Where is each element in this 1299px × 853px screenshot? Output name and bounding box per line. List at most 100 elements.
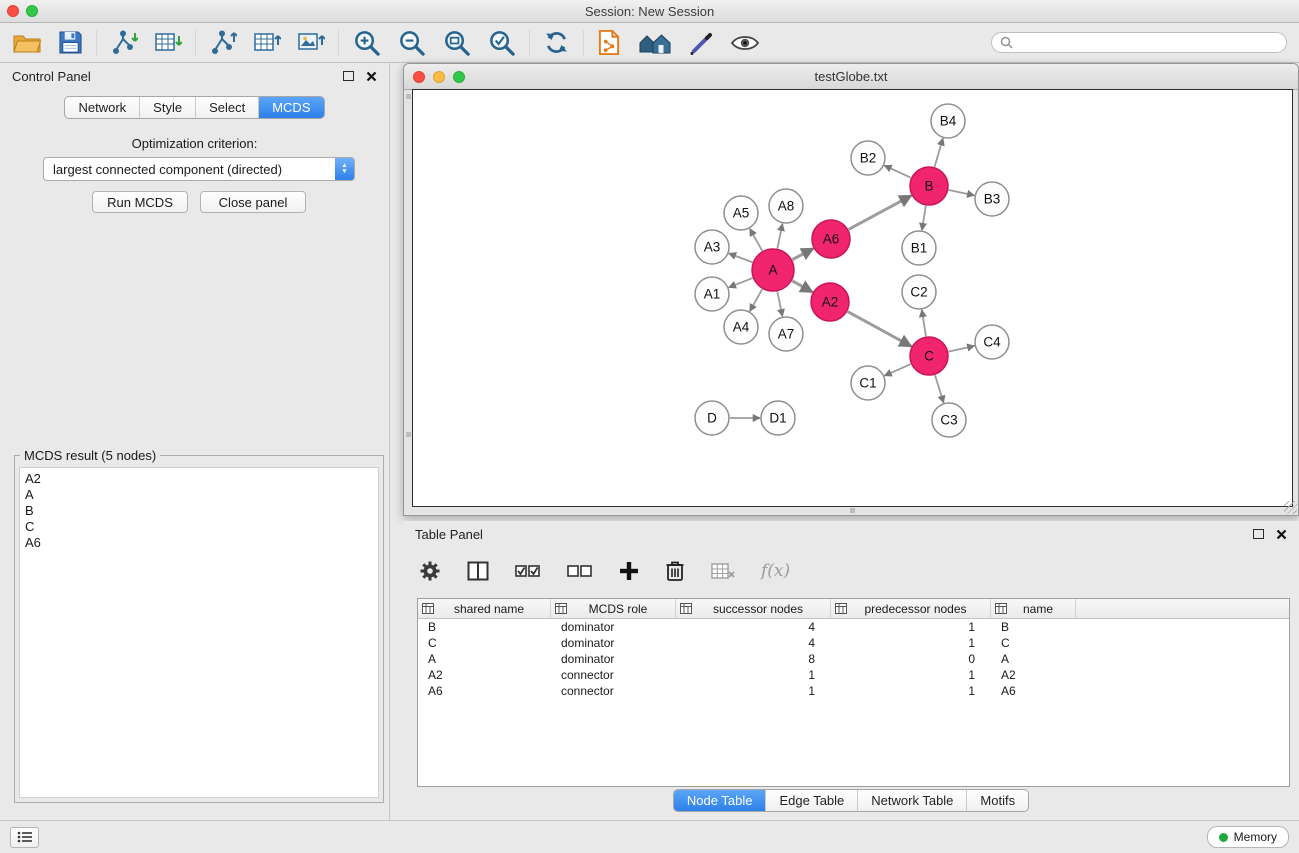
table-row[interactable]: A6connector11A6 — [418, 683, 1289, 699]
mcds-result-item[interactable]: C — [25, 519, 373, 535]
node-A7[interactable] — [769, 317, 803, 351]
node-B1[interactable] — [902, 231, 936, 265]
node-A4[interactable] — [724, 310, 758, 344]
apply-style-button[interactable] — [688, 30, 714, 56]
export-image-button[interactable] — [297, 30, 325, 56]
table-row[interactable]: A2connector11A2 — [418, 667, 1289, 683]
table-tab-edge-table[interactable]: Edge Table — [765, 790, 857, 811]
manage-columns-button[interactable] — [467, 561, 489, 581]
node-D[interactable] — [695, 401, 729, 435]
float-panel-icon[interactable] — [343, 71, 354, 81]
tab-style[interactable]: Style — [139, 97, 195, 118]
table-row[interactable]: Cdominator41C — [418, 635, 1289, 651]
close-panel-icon[interactable] — [366, 71, 377, 82]
edge-C-C3[interactable] — [935, 375, 944, 403]
delete-row-button[interactable] — [665, 560, 685, 582]
column-header-name[interactable]: name — [991, 599, 1076, 618]
edge-C-C2[interactable] — [922, 310, 926, 336]
node-B4[interactable] — [931, 104, 965, 138]
table-tab-network-table[interactable]: Network Table — [857, 790, 966, 811]
node-D1[interactable] — [761, 401, 795, 435]
edge-A-A1[interactable] — [729, 278, 753, 287]
network-window-titlebar[interactable]: testGlobe.txt — [404, 64, 1298, 90]
edge-A-A7[interactable] — [777, 292, 782, 317]
run-mcds-button[interactable]: Run MCDS — [92, 191, 188, 213]
edge-A-A4[interactable] — [750, 289, 762, 311]
function-builder-button[interactable]: f(x) — [761, 561, 790, 581]
edge-C-C4[interactable] — [949, 346, 975, 352]
table-settings-button[interactable] — [419, 560, 441, 582]
node-A3[interactable] — [695, 230, 729, 264]
node-A[interactable] — [752, 249, 794, 291]
home-button[interactable] — [638, 30, 672, 56]
node-A2[interactable] — [811, 283, 849, 321]
tab-select[interactable]: Select — [195, 97, 258, 118]
edge-A-A5[interactable] — [750, 229, 762, 251]
node-B2[interactable] — [851, 141, 885, 175]
window-close-button[interactable] — [7, 5, 19, 17]
mcds-result-item[interactable]: A — [25, 487, 373, 503]
node-C1[interactable] — [851, 366, 885, 400]
column-header-shared-name[interactable]: shared name — [418, 599, 551, 618]
export-network-button[interactable] — [209, 30, 237, 56]
window-zoom-button[interactable] — [26, 5, 38, 17]
zoom-in-button[interactable] — [352, 28, 381, 57]
node-A6[interactable] — [812, 220, 850, 258]
mcds-result-item[interactable]: A2 — [25, 471, 373, 487]
node-C2[interactable] — [902, 275, 936, 309]
mcds-result-item[interactable]: B — [25, 503, 373, 519]
edge-A2-C[interactable] — [848, 312, 912, 347]
network-zoom-button[interactable] — [453, 71, 465, 83]
edge-C-C1[interactable] — [884, 364, 910, 376]
edge-B-B2[interactable] — [884, 166, 910, 178]
node-table[interactable]: shared nameMCDS rolesuccessor nodesprede… — [417, 598, 1290, 787]
memory-button[interactable]: Memory — [1207, 826, 1289, 848]
node-C4[interactable] — [975, 325, 1009, 359]
edge-A-A8[interactable] — [777, 224, 782, 249]
node-A1[interactable] — [695, 277, 729, 311]
import-table-button[interactable] — [154, 30, 182, 56]
node-B3[interactable] — [975, 182, 1009, 216]
delete-table-button[interactable] — [711, 562, 735, 580]
table-row[interactable]: Adominator80A — [418, 651, 1289, 667]
search-input[interactable] — [1018, 35, 1278, 51]
column-header-successor-nodes[interactable]: successor nodes — [676, 599, 831, 618]
search-field[interactable] — [991, 32, 1287, 53]
mcds-result-item[interactable]: A6 — [25, 535, 373, 551]
close-panel-button[interactable]: Close panel — [200, 191, 306, 213]
edge-B-B3[interactable] — [949, 190, 975, 195]
node-A5[interactable] — [724, 196, 758, 230]
task-history-button[interactable] — [10, 827, 39, 848]
column-header-MCDS-role[interactable]: MCDS role — [551, 599, 676, 618]
mcds-result-list[interactable]: A2ABCA6 — [19, 467, 379, 798]
save-session-button[interactable] — [58, 30, 83, 55]
node-C3[interactable] — [932, 403, 966, 437]
criterion-dropdown[interactable]: largest connected component (directed) ▲… — [43, 157, 355, 181]
edge-B-B4[interactable] — [935, 138, 943, 167]
column-header-predecessor-nodes[interactable]: predecessor nodes — [831, 599, 991, 618]
fit-content-button[interactable] — [442, 28, 471, 57]
node-B[interactable] — [910, 167, 948, 205]
table-tab-node-table[interactable]: Node Table — [674, 790, 766, 811]
select-all-button[interactable] — [515, 563, 541, 579]
network-close-button[interactable] — [413, 71, 425, 83]
tab-mcds[interactable]: MCDS — [258, 97, 323, 118]
export-table-button[interactable] — [253, 30, 281, 56]
table-tab-motifs[interactable]: Motifs — [966, 790, 1028, 811]
edge-A-A3[interactable] — [729, 253, 753, 262]
show-hide-button[interactable] — [730, 32, 760, 54]
edge-A6-B[interactable] — [849, 196, 912, 230]
tab-network[interactable]: Network — [65, 97, 139, 118]
add-row-button[interactable] — [619, 561, 639, 581]
zoom-out-button[interactable] — [397, 28, 426, 57]
deselect-all-button[interactable] — [567, 563, 593, 579]
table-row[interactable]: Bdominator41B — [418, 619, 1289, 635]
import-network-button[interactable] — [110, 30, 138, 56]
network-canvas[interactable]: AA6A2BCA5A8A3A1A4A7B4B2B3B1C2C4C1C3DD1 — [412, 89, 1293, 507]
edge-B-B1[interactable] — [922, 206, 926, 230]
node-A8[interactable] — [769, 189, 803, 223]
network-minimize-button[interactable] — [433, 71, 445, 83]
node-C[interactable] — [910, 337, 948, 375]
open-session-button[interactable] — [12, 31, 42, 55]
refresh-view-button[interactable] — [543, 29, 570, 56]
